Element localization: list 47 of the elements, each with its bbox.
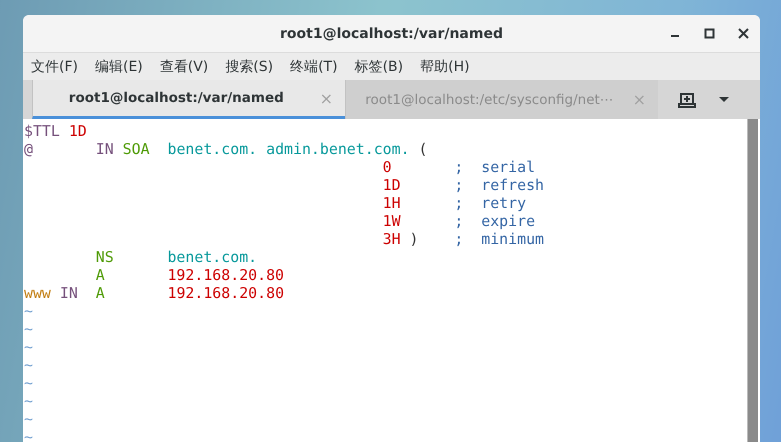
record-value: 0 [382,158,392,176]
code-comment: ; refresh [454,176,544,194]
empty-line-marker: ~ [24,428,33,442]
empty-line-marker: ~ [24,338,33,356]
menu-item[interactable]: 搜索(S) [225,58,274,76]
empty-line-marker: ~ [24,302,33,320]
record-value: 1D [68,122,87,140]
terminal-tab[interactable]: root1@localhost:/var/named × [32,80,345,119]
domain-name: benet.com. [167,140,258,158]
record-value: 1W [382,212,401,230]
record-type: A [96,266,105,284]
empty-line-marker: ~ [24,356,33,374]
record-value: 1H [382,194,401,212]
record-value: 3H [382,230,401,248]
empty-line-marker: ~ [24,374,33,392]
menu-item[interactable]: 文件(F) [31,58,78,76]
domain-name: benet.com. [167,248,258,266]
record-type: A [96,284,105,302]
paren-symbol: ) [410,230,418,248]
record-name: www [24,284,51,302]
code-comment: ; expire [454,212,536,230]
code-comment: ; serial [454,158,536,176]
record-value: 192.168.20.80 [167,266,284,284]
record-class: IN [60,284,78,302]
empty-line-marker: ~ [24,410,33,428]
code-comment: ; minimum [454,230,544,248]
ttl-directive: $TTL [24,122,60,140]
empty-line-marker: ~ [24,320,33,338]
window-title: root1@localhost:/var/named [280,26,503,42]
record-value: 192.168.20.80 [167,284,284,302]
menu-item[interactable]: 终端(T) [290,58,338,76]
record-class: IN [96,140,114,158]
domain-name: admin.benet.com. [266,140,410,158]
menu-item[interactable]: 帮助(H) [420,58,470,76]
record-type: NS [96,248,114,266]
origin-symbol: @ [24,140,33,158]
paren-symbol: ( [418,140,428,158]
record-type: SOA [122,140,150,158]
menu-item[interactable]: 查看(V) [160,58,208,76]
menu-item[interactable]: 编辑(E) [94,58,143,76]
code-comment: ; retry [454,194,526,212]
record-value: 1D [382,176,401,194]
dropdown-icon[interactable] [718,96,730,103]
menu-item[interactable]: 标签(B) [354,58,404,76]
empty-line-marker: ~ [24,392,33,410]
new-tab-icon[interactable] [678,92,696,108]
scrollbar[interactable] [747,119,758,442]
